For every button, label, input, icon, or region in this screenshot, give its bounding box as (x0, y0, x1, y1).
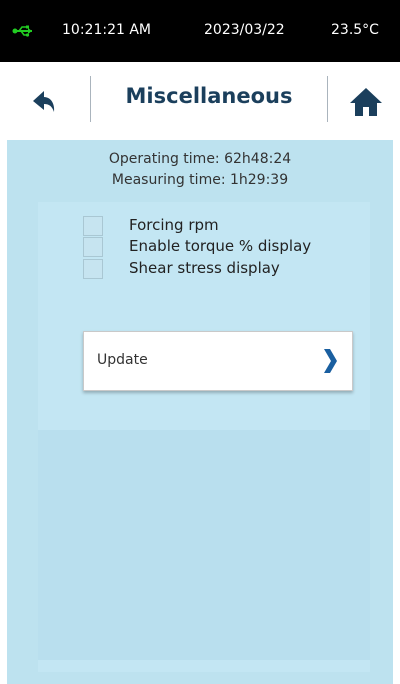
content-panel: Operating time: 62h48:24 Measuring time:… (7, 140, 393, 684)
back-button[interactable] (24, 82, 64, 122)
home-button[interactable] (346, 82, 386, 122)
lower-panel (38, 430, 370, 660)
option-label: Enable torque % display (129, 237, 312, 255)
status-bar: 10:21:21 AM 2023/03/22 23.5°C (0, 0, 400, 62)
divider (90, 76, 91, 122)
option-enable-torque-display[interactable]: Enable torque % display (83, 236, 311, 258)
back-arrow-icon (33, 91, 55, 112)
checkbox[interactable] (83, 216, 103, 236)
page-title: Miscellaneous (125, 84, 293, 108)
divider (327, 76, 328, 122)
option-label: Shear stress display (129, 259, 280, 277)
option-shear-stress-display[interactable]: Shear stress display (83, 258, 280, 280)
checkbox[interactable] (83, 259, 103, 279)
nav-bar: Miscellaneous (0, 62, 400, 140)
status-date: 2023/03/22 (204, 22, 285, 38)
operating-time: Operating time: 62h48:24 (108, 151, 292, 167)
chevron-right-icon (324, 349, 337, 373)
update-button[interactable]: Update (83, 331, 353, 391)
option-forcing-rpm[interactable]: Forcing rpm (83, 215, 219, 237)
home-icon (350, 88, 382, 116)
status-time: 10:21:21 AM (62, 22, 151, 38)
measuring-time: Measuring time: 1h29:39 (111, 172, 289, 188)
option-label: Forcing rpm (129, 216, 219, 234)
usb-icon (12, 25, 32, 37)
checkbox[interactable] (83, 237, 103, 257)
update-label: Update (97, 352, 148, 368)
status-temperature: 23.5°C (331, 22, 379, 38)
